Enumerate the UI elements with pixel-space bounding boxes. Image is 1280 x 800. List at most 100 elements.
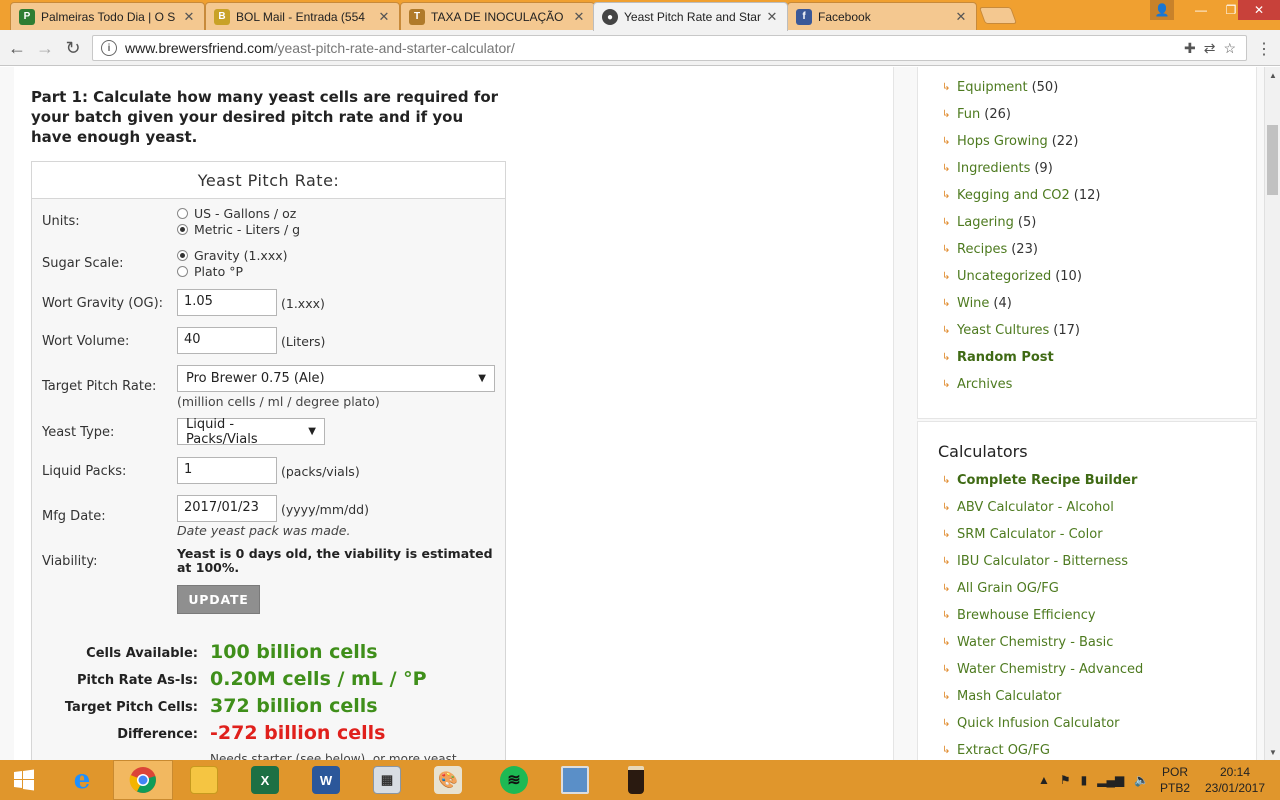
calculator-item[interactable]: ↳ IBU Calculator - Bitterness <box>942 554 1128 569</box>
liquid-packs-input[interactable]: 1 <box>177 457 277 484</box>
category-link[interactable]: Kegging and CO2 <box>957 188 1070 203</box>
volume-input[interactable]: 40 <box>177 327 277 354</box>
yeast-type-select[interactable]: Liquid - Packs/Vials ▼ <box>177 417 325 447</box>
close-icon[interactable]: ✕ <box>954 9 968 25</box>
category-item[interactable]: ↳ Lagering (5) <box>942 215 1036 230</box>
battery-icon[interactable]: ▮ <box>1081 773 1088 787</box>
address-bar[interactable]: i www.brewersfriend.com /yeast-pitch-rat… <box>92 35 1247 61</box>
og-input[interactable]: 1.05 <box>177 289 277 316</box>
calculator-link[interactable]: SRM Calculator - Color <box>957 527 1103 542</box>
taskbar-photos[interactable] <box>545 760 605 800</box>
units-us-option[interactable]: US - Gallons / oz <box>177 206 296 221</box>
calculator-item[interactable]: ↳ Water Chemistry - Advanced <box>942 662 1143 677</box>
category-item[interactable]: ↳ Kegging and CO2 (12) <box>942 188 1100 203</box>
sugar-plato-option[interactable]: Plato °P <box>177 264 243 279</box>
flag-icon[interactable]: ⚑ <box>1060 773 1071 787</box>
category-link[interactable]: Equipment <box>957 80 1028 95</box>
category-item[interactable]: ↳ Uncategorized (10) <box>942 269 1082 284</box>
tab-taxa-inoculacao[interactable]: T TAXA DE INOCULAÇÃO ✕ <box>400 2 595 30</box>
radio-button[interactable] <box>177 208 188 219</box>
calculator-link[interactable]: IBU Calculator - Bitterness <box>957 554 1128 569</box>
close-icon[interactable]: ✕ <box>182 9 196 25</box>
taskbar-excel[interactable]: X <box>235 760 295 800</box>
user-profile-icon[interactable]: 👤 <box>1150 0 1174 20</box>
calculator-link[interactable]: Water Chemistry - Advanced <box>957 662 1143 677</box>
calculator-link[interactable]: Quick Infusion Calculator <box>957 716 1120 731</box>
extension-icon[interactable]: ✚ <box>1184 40 1196 57</box>
show-hidden-icons-icon[interactable]: ▲ <box>1038 773 1050 787</box>
archives-item[interactable]: ↳ Archives <box>942 377 1012 392</box>
calculator-item[interactable]: ↳ Water Chemistry - Basic <box>942 635 1113 650</box>
calculator-item[interactable]: ↳ SRM Calculator - Color <box>942 527 1103 542</box>
translate-icon[interactable]: ⇄ <box>1204 40 1216 57</box>
back-icon[interactable]: ← <box>6 37 28 59</box>
start-button[interactable] <box>0 760 48 800</box>
calculator-link[interactable]: Brewhouse Efficiency <box>957 608 1096 623</box>
units-metric-option[interactable]: Metric - Liters / g <box>177 222 300 237</box>
close-icon[interactable]: ✕ <box>572 9 586 25</box>
volume-icon[interactable]: 🔈 <box>1134 773 1149 787</box>
calculator-item[interactable]: ↳ ABV Calculator - Alcohol <box>942 500 1114 515</box>
forward-icon[interactable]: → <box>34 37 56 59</box>
category-link[interactable]: Fun <box>957 107 980 122</box>
calculator-item[interactable]: ↳ Extract OG/FG <box>942 743 1050 758</box>
calculator-link[interactable]: Complete Recipe Builder <box>957 473 1137 488</box>
category-item[interactable]: ↳ Wine (4) <box>942 296 1012 311</box>
clock[interactable]: 20:14 23/01/2017 <box>1198 764 1272 796</box>
scroll-down-arrow-icon[interactable]: ▼ <box>1265 744 1280 760</box>
calculator-item[interactable]: ↳ Quick Infusion Calculator <box>942 716 1120 731</box>
radio-button[interactable] <box>177 224 188 235</box>
random-post-link[interactable]: Random Post <box>957 350 1054 365</box>
taskbar-chrome[interactable] <box>113 760 173 800</box>
calculator-link[interactable]: Mash Calculator <box>957 689 1061 704</box>
calculator-link[interactable]: All Grain OG/FG <box>957 581 1059 596</box>
category-item[interactable]: ↳ Hops Growing (22) <box>942 134 1078 149</box>
close-window-icon[interactable]: ✕ <box>1238 0 1280 20</box>
tab-palmeiras[interactable]: P Palmeiras Todo Dia | O S ✕ <box>10 2 205 30</box>
tab-bol-mail[interactable]: B BOL Mail - Entrada (554 ✕ <box>205 2 400 30</box>
category-link[interactable]: Ingredients <box>957 161 1030 176</box>
category-link[interactable]: Yeast Cultures <box>957 323 1049 338</box>
category-link[interactable]: Hops Growing <box>957 134 1048 149</box>
calculator-link[interactable]: Water Chemistry - Basic <box>957 635 1113 650</box>
category-link[interactable]: Uncategorized <box>957 269 1051 284</box>
radio-button[interactable] <box>177 250 188 261</box>
minimize-icon[interactable]: — <box>1186 0 1216 20</box>
random-post-item[interactable]: ↳ Random Post <box>942 350 1054 365</box>
category-link[interactable]: Lagering <box>957 215 1014 230</box>
calculator-link[interactable]: Extract OG/FG <box>957 743 1050 758</box>
mfg-date-input[interactable]: 2017/01/23 <box>177 495 277 522</box>
tab-facebook[interactable]: f Facebook ✕ <box>787 2 977 30</box>
taskbar-beer-app[interactable] <box>606 760 666 800</box>
taskbar-internet-explorer[interactable]: e <box>52 760 112 800</box>
taskbar-spotify[interactable]: ≋ <box>484 760 544 800</box>
calculator-item[interactable]: ↳ Complete Recipe Builder <box>942 473 1137 488</box>
bookmark-star-icon[interactable]: ☆ <box>1223 40 1236 57</box>
calculator-item[interactable]: ↳ Brewhouse Efficiency <box>942 608 1096 623</box>
category-item[interactable]: ↳ Ingredients (9) <box>942 161 1053 176</box>
taskbar-calculator[interactable]: ▦ <box>357 760 417 800</box>
sugar-gravity-option[interactable]: Gravity (1.xxx) <box>177 248 288 263</box>
new-tab-button[interactable] <box>978 7 1018 24</box>
taskbar-word[interactable]: W <box>296 760 356 800</box>
radio-button[interactable] <box>177 266 188 277</box>
update-button[interactable]: UPDATE <box>177 585 260 614</box>
category-link[interactable]: Wine <box>957 296 989 311</box>
reload-icon[interactable]: ↻ <box>62 37 84 59</box>
category-link[interactable]: Recipes <box>957 242 1007 257</box>
calculator-item[interactable]: ↳ All Grain OG/FG <box>942 581 1059 596</box>
pitch-rate-select[interactable]: Pro Brewer 0.75 (Ale) ▼ <box>177 365 495 392</box>
scroll-up-arrow-icon[interactable]: ▲ <box>1265 67 1280 83</box>
signal-icon[interactable]: ▂▄▆ <box>1097 773 1124 787</box>
taskbar-file-explorer[interactable] <box>174 760 234 800</box>
close-icon[interactable]: ✕ <box>765 9 779 25</box>
category-item[interactable]: ↳ Fun (26) <box>942 107 1011 122</box>
tab-yeast-pitch-rate[interactable]: ● Yeast Pitch Rate and Star ✕ <box>593 2 788 31</box>
taskbar-paint[interactable]: 🎨 <box>418 760 478 800</box>
archives-link[interactable]: Archives <box>957 377 1012 392</box>
page-scrollbar[interactable]: ▲ ▼ <box>1264 67 1280 760</box>
category-item[interactable]: ↳ Yeast Cultures (17) <box>942 323 1080 338</box>
calculator-item[interactable]: ↳ Mash Calculator <box>942 689 1061 704</box>
site-info-icon[interactable]: i <box>101 40 117 56</box>
category-item[interactable]: ↳ Equipment (50) <box>942 80 1058 95</box>
